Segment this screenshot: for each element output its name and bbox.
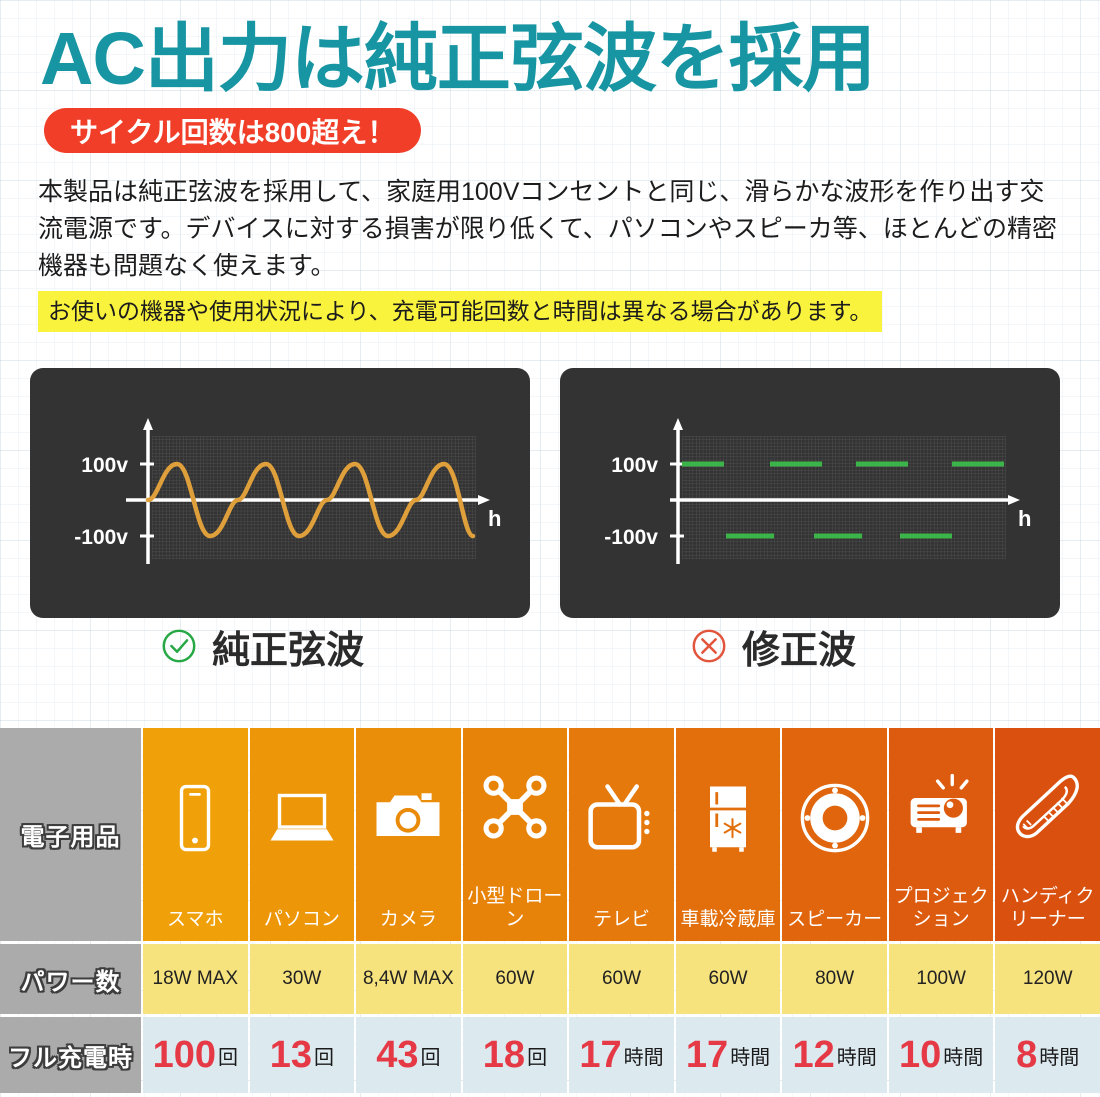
row-label-charge: フル充電時	[0, 1017, 141, 1093]
charge-value-3: 43 回	[356, 1017, 461, 1093]
charge-unit: 時間	[623, 1046, 664, 1069]
modified-wave-panel: 100v -100v h	[560, 368, 1060, 618]
charge-number: 10	[899, 1034, 942, 1076]
device-name-label: スマホ	[167, 909, 224, 930]
device-name-label: 車載冷蔵庫	[680, 909, 776, 930]
row-label-power: パワー数	[0, 944, 141, 1014]
power-value-8: 100W	[888, 944, 994, 1014]
charge-value-8: 10 時間	[888, 1017, 994, 1093]
modified-wave-caption: 修正波	[742, 629, 857, 672]
device-name-label: テレビ	[592, 909, 650, 930]
device-column-2[interactable]: パソコン	[249, 728, 355, 941]
charge-value-5: 17 時間	[569, 1017, 674, 1093]
vacuum-icon	[995, 728, 1100, 885]
charge-number: 13	[269, 1034, 312, 1076]
charge-number: 17	[579, 1034, 622, 1076]
charge-number: 43	[376, 1034, 419, 1076]
power-value-6: 60W	[675, 944, 781, 1014]
pure-sine-caption: 純正弦波	[212, 629, 365, 672]
tv-icon	[569, 728, 674, 908]
charge-unit: 時間	[836, 1046, 877, 1069]
charge-unit: 回	[527, 1046, 548, 1069]
charge-unit: 回	[420, 1046, 441, 1069]
charge-number: 100	[152, 1034, 216, 1076]
device-name-label: プロジェク ション	[893, 886, 989, 930]
row-label-devices: 電子用品	[0, 728, 141, 941]
pure-sine-chart: 100v -100v h	[74, 418, 501, 564]
charge-number: 17	[685, 1034, 729, 1076]
device-name-label: スピーカー	[787, 909, 883, 930]
power-value-2: 30W	[249, 944, 355, 1014]
sine-x-label: h	[488, 506, 501, 531]
charge-value-9: 8 時間	[995, 1017, 1100, 1093]
sine-y-label-negative: -100v	[74, 526, 128, 549]
charge-value-6: 17 時間	[675, 1017, 781, 1093]
cross-circle-icon	[692, 629, 726, 663]
device-name-label: ハンディク リーナー	[1000, 886, 1095, 930]
device-comparison-table: 電子用品スマホ パソコン カメラ 小型ドローンテレビ 車載冷蔵庫 スピーカー プロジェク ショ…	[0, 728, 1100, 1094]
sine-y-label-positive: 100v	[81, 454, 128, 477]
modified-y-label-negative: -100v	[604, 526, 658, 549]
device-column-6[interactable]: 車載冷蔵庫	[675, 728, 781, 941]
charge-value-1: 100 回	[143, 1017, 248, 1093]
charge-value-4: 18 回	[462, 1017, 568, 1093]
body-paragraph: 本製品は純正弦波を採用して、家庭用100Vコンセントと同じ、滑らかな波形を作り出…	[38, 178, 1058, 280]
power-value-5: 60W	[569, 944, 674, 1014]
drone-icon	[463, 728, 568, 885]
device-name-label: カメラ	[379, 909, 437, 930]
charge-number: 12	[792, 1034, 835, 1076]
charge-unit: 時間	[1039, 1046, 1080, 1069]
power-value-3: 8,4W MAX	[356, 944, 461, 1014]
device-column-4[interactable]: 小型ドローン	[462, 728, 568, 941]
device-column-1[interactable]: スマホ	[143, 728, 248, 941]
power-value-1: 18W MAX	[143, 944, 248, 1014]
device-column-9[interactable]: ハンディク リーナー	[995, 728, 1100, 941]
speaker-icon	[782, 728, 887, 908]
device-name-label: 小型ドローン	[467, 886, 563, 930]
charge-unit: 回	[313, 1046, 334, 1069]
device-column-3[interactable]: カメラ	[356, 728, 461, 941]
page-title: AC出力は純正弦波を採用	[40, 17, 876, 100]
laptop-icon	[250, 728, 355, 908]
modified-wave-caption-group: 修正波	[690, 618, 856, 674]
device-column-7[interactable]: スピーカー	[782, 728, 887, 941]
power-value-7: 80W	[782, 944, 887, 1014]
charge-unit: 時間	[943, 1046, 984, 1069]
modified-y-label-positive: 100v	[611, 454, 658, 477]
charge-unit: 時間	[730, 1046, 771, 1069]
modified-x-label: h	[1018, 506, 1031, 531]
charge-unit: 回	[217, 1046, 238, 1069]
check-circle-icon	[162, 629, 196, 663]
charge-number: 8	[1016, 1034, 1038, 1076]
fridge-icon	[676, 728, 781, 908]
disclaimer-note: お使いの機器や使用状況により、充電可能回数と時間は異なる場合があります。	[38, 291, 883, 332]
cycle-count-badge: サイクル回数は800超え！	[44, 108, 422, 153]
device-name-label: パソコン	[263, 909, 340, 930]
charge-value-7: 12 時間	[782, 1017, 887, 1093]
camera-icon	[356, 728, 461, 908]
power-value-4: 60W	[462, 944, 568, 1014]
smartphone-icon	[143, 728, 248, 908]
pure-sine-panel: 100v -100v h	[30, 368, 530, 618]
charge-number: 18	[482, 1034, 526, 1076]
device-column-8[interactable]: プロジェク ション	[888, 728, 994, 941]
pure-sine-caption-group: 純正弦波	[160, 618, 364, 674]
charge-value-2: 13 回	[249, 1017, 355, 1093]
projector-icon	[889, 728, 994, 885]
device-column-5[interactable]: テレビ	[569, 728, 674, 941]
modified-wave-chart: 100v -100v h	[604, 418, 1031, 564]
power-value-9: 120W	[995, 944, 1100, 1014]
